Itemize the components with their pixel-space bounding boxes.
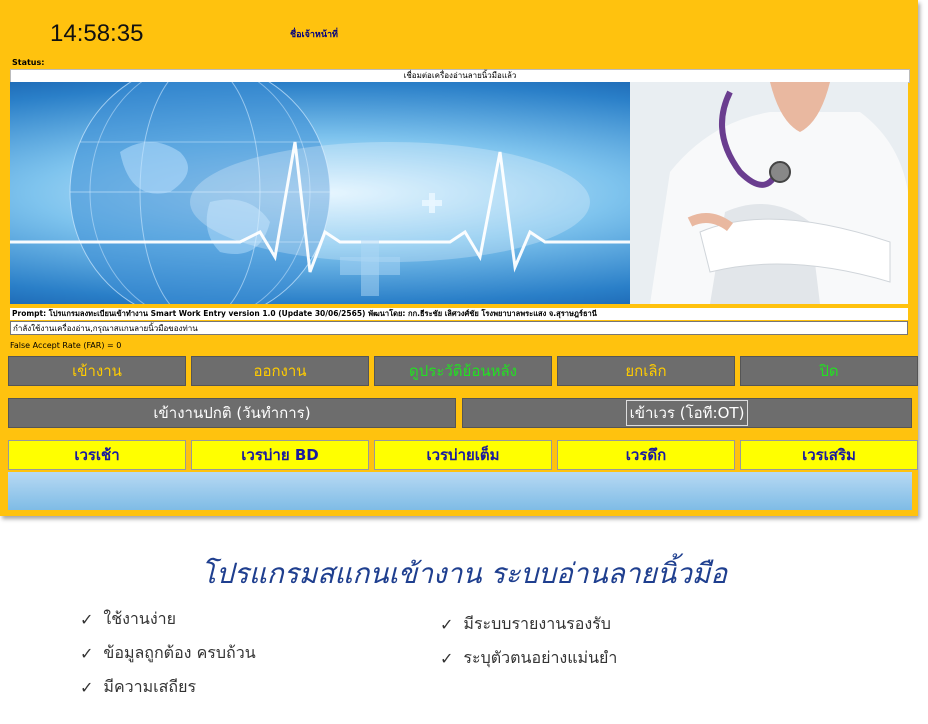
feature-text: ระบุตัวตนอย่างแม่นยำ <box>463 648 618 667</box>
feature-item: ✓ ใช้งานง่าย <box>80 607 176 632</box>
checkmark-icon: ✓ <box>440 615 454 634</box>
shift-afternoon-bd-button[interactable]: เวรบ่าย BD <box>191 440 369 470</box>
instruction-field: กำลังใช้งานเครื่องอ่าน,กรุณาสแกนลายนิ้วม… <box>10 321 908 335</box>
shift-afternoon-full-button[interactable]: เวรบ่ายเต็ม <box>374 440 552 470</box>
shift-night-button[interactable]: เวรดึก <box>557 440 735 470</box>
feature-text: ข้อมูลถูกต้อง ครบถ้วน <box>103 643 256 662</box>
checkmark-icon: ✓ <box>80 644 94 663</box>
officer-name-label: ชื่อเจ้าหน้าที่ <box>290 30 338 40</box>
history-button[interactable]: ดูประวัติย้อนหลัง <box>374 356 552 386</box>
checkmark-icon: ✓ <box>440 649 454 668</box>
shift-row: เวรเช้า เวรบ่าย BD เวรบ่ายเต็ม เวรดึก เว… <box>8 440 918 470</box>
connection-status: เชื่อมต่อเครื่องอ่านลายนิ้วมือแล้ว <box>10 69 910 83</box>
normal-work-button[interactable]: เข้างานปกติ (วันทำการ) <box>8 398 456 428</box>
feature-text: มีระบบรายงานรองรับ <box>463 614 611 633</box>
feature-item: ✓ มีความเสถียร <box>80 675 196 700</box>
headline: โปรแกรมสแกนเข้างาน ระบบอ่านลายนิ้วมือ <box>200 557 728 590</box>
checkmark-icon: ✓ <box>80 678 94 697</box>
feature-text: ใช้งานง่าย <box>103 609 176 628</box>
medical-banner-image <box>10 82 908 304</box>
bottom-decoration <box>8 472 912 510</box>
feature-item: ✓ ข้อมูลถูกต้อง ครบถ้วน <box>80 641 256 666</box>
far-label: False Accept Rate (FAR) = 0 <box>10 341 122 350</box>
cancel-button[interactable]: ยกเลิก <box>557 356 735 386</box>
feature-item: ✓ ระบุตัวตนอย่างแม่นยำ <box>440 646 617 671</box>
check-in-button[interactable]: เข้างาน <box>8 356 186 386</box>
ot-shift-label: เข้าเวร (โอที:OT) <box>625 400 749 426</box>
app-window: 14:58:35 ชื่อเจ้าหน้าที่ Status: เชื่อมต… <box>0 0 918 516</box>
checkmark-icon: ✓ <box>80 610 94 629</box>
feature-text: มีความเสถียร <box>103 677 197 696</box>
prompt-bar: Prompt: โปรแกรมลงทะเบียนเข้าทำงาน Smart … <box>10 308 908 320</box>
shift-morning-button[interactable]: เวรเช้า <box>8 440 186 470</box>
status-label: Status: <box>12 58 45 67</box>
mode-row: เข้างานปกติ (วันทำการ) เข้าเวร (โอที:OT) <box>8 398 912 428</box>
feature-item: ✓ มีระบบรายงานรองรับ <box>440 612 611 637</box>
shift-extra-button[interactable]: เวรเสริม <box>740 440 918 470</box>
clock: 14:58:35 <box>50 20 144 47</box>
ot-shift-button[interactable]: เข้าเวร (โอที:OT) <box>462 398 912 428</box>
check-out-button[interactable]: ออกงาน <box>191 356 369 386</box>
close-button[interactable]: ปิด <box>740 356 918 386</box>
main-menu: เข้างาน ออกงาน ดูประวัติย้อนหลัง ยกเลิก … <box>8 356 918 386</box>
